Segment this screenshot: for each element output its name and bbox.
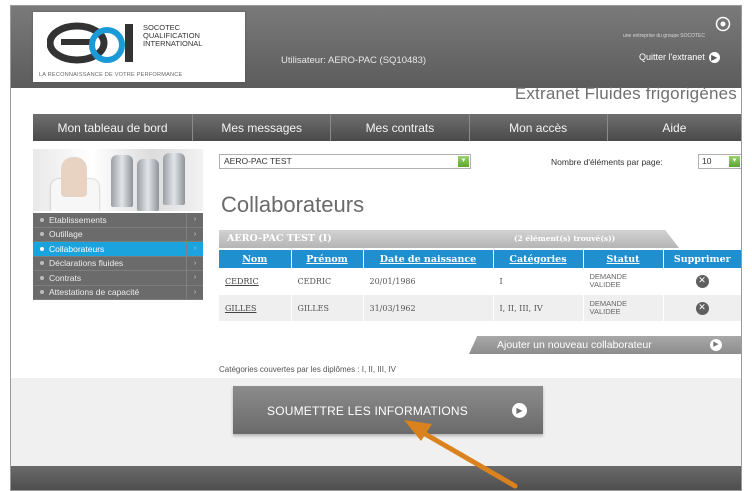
bullet-icon xyxy=(40,290,44,295)
user-label: Utilisateur: AERO-PAC (SQ10483) xyxy=(281,55,427,66)
arrow-circle-right-icon: ▶ xyxy=(512,403,527,418)
browser-frame: SOCOTEC QUALIFICATION INTERNATIONAL LA R… xyxy=(10,5,742,491)
arrow-circle-right-icon: ▶ xyxy=(710,339,722,351)
statut-line: VALIDEE xyxy=(589,280,621,289)
site-title: Extranet Fluides frigorigènes xyxy=(514,84,737,103)
sidebar-item-label: Déclarations fluides xyxy=(49,258,124,269)
cell-date: 31/03/1962 xyxy=(363,294,494,322)
sidebar-item-label: Contrats xyxy=(49,272,82,283)
cell-statut: DEMANDE VALIDEE xyxy=(583,294,664,322)
cell-nom: CEDRIC xyxy=(219,268,292,295)
company-select[interactable]: AERO-PAC TEST ▼ xyxy=(219,154,471,169)
grid-company-tab: AERO-PAC TEST (I) (2 élément(s) trouvé(s… xyxy=(219,230,679,248)
company-logo[interactable]: SOCOTEC QUALIFICATION INTERNATIONAL LA R… xyxy=(33,12,245,82)
chevron-right-icon: › xyxy=(186,271,203,285)
cell-supprimer: ✕ xyxy=(663,268,741,295)
statut-line: VALIDEE xyxy=(589,307,621,316)
collaborator-link[interactable]: GILLES xyxy=(225,304,257,313)
arrow-circle-right-icon: ▶ xyxy=(708,52,720,64)
column-header-statut[interactable]: Statut xyxy=(583,250,664,268)
bullet-icon xyxy=(40,217,44,222)
cell-date: 20/01/1986 xyxy=(363,268,494,295)
sidebar-item-collaborateurs[interactable]: Collaborateurs › xyxy=(33,242,203,257)
column-header-supprimer: Supprimer xyxy=(663,250,741,268)
socotec-group-icon xyxy=(715,16,731,32)
sidebar-menu: Etablissements › Outillage › Collaborate… xyxy=(33,213,203,300)
per-page-select[interactable]: 10 ▼ xyxy=(698,154,741,169)
photo-gas-cylinder xyxy=(163,153,185,205)
chevron-right-icon: › xyxy=(186,285,203,299)
nav-dashboard[interactable]: Mon tableau de bord xyxy=(33,114,194,141)
submit-information-button[interactable]: SOUMETTRE LES INFORMATIONS ▶ xyxy=(233,386,543,434)
sidebar-item-label: Collaborateurs xyxy=(49,243,105,254)
bullet-icon xyxy=(40,232,44,237)
collaborators-table: Nom Prénom Date de naissance Catégories … xyxy=(219,250,741,322)
quit-extranet-link[interactable]: Quitter l'extranet ▶ xyxy=(639,52,720,64)
cell-statut: DEMANDE VALIDEE xyxy=(583,268,664,295)
collaborator-link[interactable]: CEDRIC xyxy=(225,277,259,286)
cell-categories: I, II, III, IV xyxy=(493,294,584,322)
quit-extranet-label: Quitter l'extranet xyxy=(639,52,705,62)
main-nav: Mon tableau de bord Mes messages Mes con… xyxy=(33,114,741,141)
nav-contracts[interactable]: Mes contrats xyxy=(331,114,470,141)
cell-prenom: GILLES xyxy=(291,294,364,322)
sidebar-item-label: Etablissements xyxy=(49,214,107,225)
nav-help[interactable]: Aide xyxy=(608,114,741,141)
close-circle-icon[interactable]: ✕ xyxy=(695,301,709,315)
bullet-icon xyxy=(40,275,44,280)
company-select-value: AERO-PAC TEST xyxy=(224,156,292,166)
chevron-right-icon: › xyxy=(186,242,203,256)
column-header-categories[interactable]: Catégories xyxy=(493,250,584,268)
grid-company-name: AERO-PAC TEST (I) xyxy=(227,233,332,244)
column-header-nom[interactable]: Nom xyxy=(219,250,292,268)
nav-messages[interactable]: Mes messages xyxy=(193,114,332,141)
photo-gas-cylinder xyxy=(111,155,133,207)
logo-line-3: INTERNATIONAL xyxy=(143,39,203,48)
cell-supprimer: ✕ xyxy=(663,294,741,322)
add-collaborator-label: Ajouter un nouveau collaborateur xyxy=(497,339,652,351)
add-collaborator-button[interactable]: Ajouter un nouveau collaborateur ▶ xyxy=(469,336,741,354)
bullet-icon xyxy=(40,246,44,251)
nav-access[interactable]: Mon accès xyxy=(470,114,608,141)
photo-gas-cylinder xyxy=(137,159,159,211)
sidebar-item-label: Attestations de capacité xyxy=(49,287,140,298)
cell-categories: I xyxy=(493,268,584,295)
column-header-date-naissance[interactable]: Date de naissance xyxy=(363,250,494,268)
bottom-bar xyxy=(11,466,741,490)
chevron-down-icon: ▼ xyxy=(729,156,740,167)
logo-text: SOCOTEC QUALIFICATION INTERNATIONAL xyxy=(143,24,202,48)
page-title: Collaborateurs xyxy=(221,192,365,217)
per-page-value: 10 xyxy=(702,156,712,166)
column-header-prenom[interactable]: Prénom xyxy=(291,250,364,268)
logo-tagline: LA RECONNAISSANCE DE VOTRE PERFORMANCE xyxy=(39,72,183,78)
sidebar-item-label: Outillage xyxy=(49,229,83,240)
bullet-icon xyxy=(40,261,44,266)
sidebar-item-declarations-fluides[interactable]: Déclarations fluides › xyxy=(33,256,203,271)
photo-technician xyxy=(61,157,87,197)
grid-found-count: (2 élément(s) trouvé(s)) xyxy=(514,234,616,243)
close-circle-icon[interactable]: ✕ xyxy=(695,274,709,288)
sqi-logo-mark xyxy=(47,22,133,64)
table-row: GILLES GILLES 31/03/1962 I, II, III, IV … xyxy=(219,294,741,322)
chevron-down-icon: ▼ xyxy=(458,156,469,167)
group-text: une entreprise du groupe SOCOTEC xyxy=(623,33,705,39)
sidebar-item-etablissements[interactable]: Etablissements › xyxy=(33,213,203,228)
cell-prenom: CEDRIC xyxy=(291,268,364,295)
sidebar-photo xyxy=(33,149,203,211)
chevron-right-icon: › xyxy=(186,227,203,241)
sidebar-item-contrats[interactable]: Contrats › xyxy=(33,271,203,286)
submit-information-label: SOUMETTRE LES INFORMATIONS xyxy=(267,404,468,418)
sidebar-item-outillage[interactable]: Outillage › xyxy=(33,227,203,242)
chevron-right-icon: › xyxy=(186,213,203,227)
chevron-right-icon: › xyxy=(186,256,203,270)
sidebar-item-attestations[interactable]: Attestations de capacité › xyxy=(33,285,203,300)
site-header: SOCOTEC QUALIFICATION INTERNATIONAL LA R… xyxy=(11,6,741,88)
table-row: CEDRIC CEDRIC 20/01/1986 I DEMANDE VALID… xyxy=(219,268,741,295)
cell-nom: GILLES xyxy=(219,294,292,322)
per-page-label: Nombre d'éléments par page: xyxy=(551,157,663,167)
categories-note: Catégories couvertes par les diplômes : … xyxy=(219,365,396,374)
